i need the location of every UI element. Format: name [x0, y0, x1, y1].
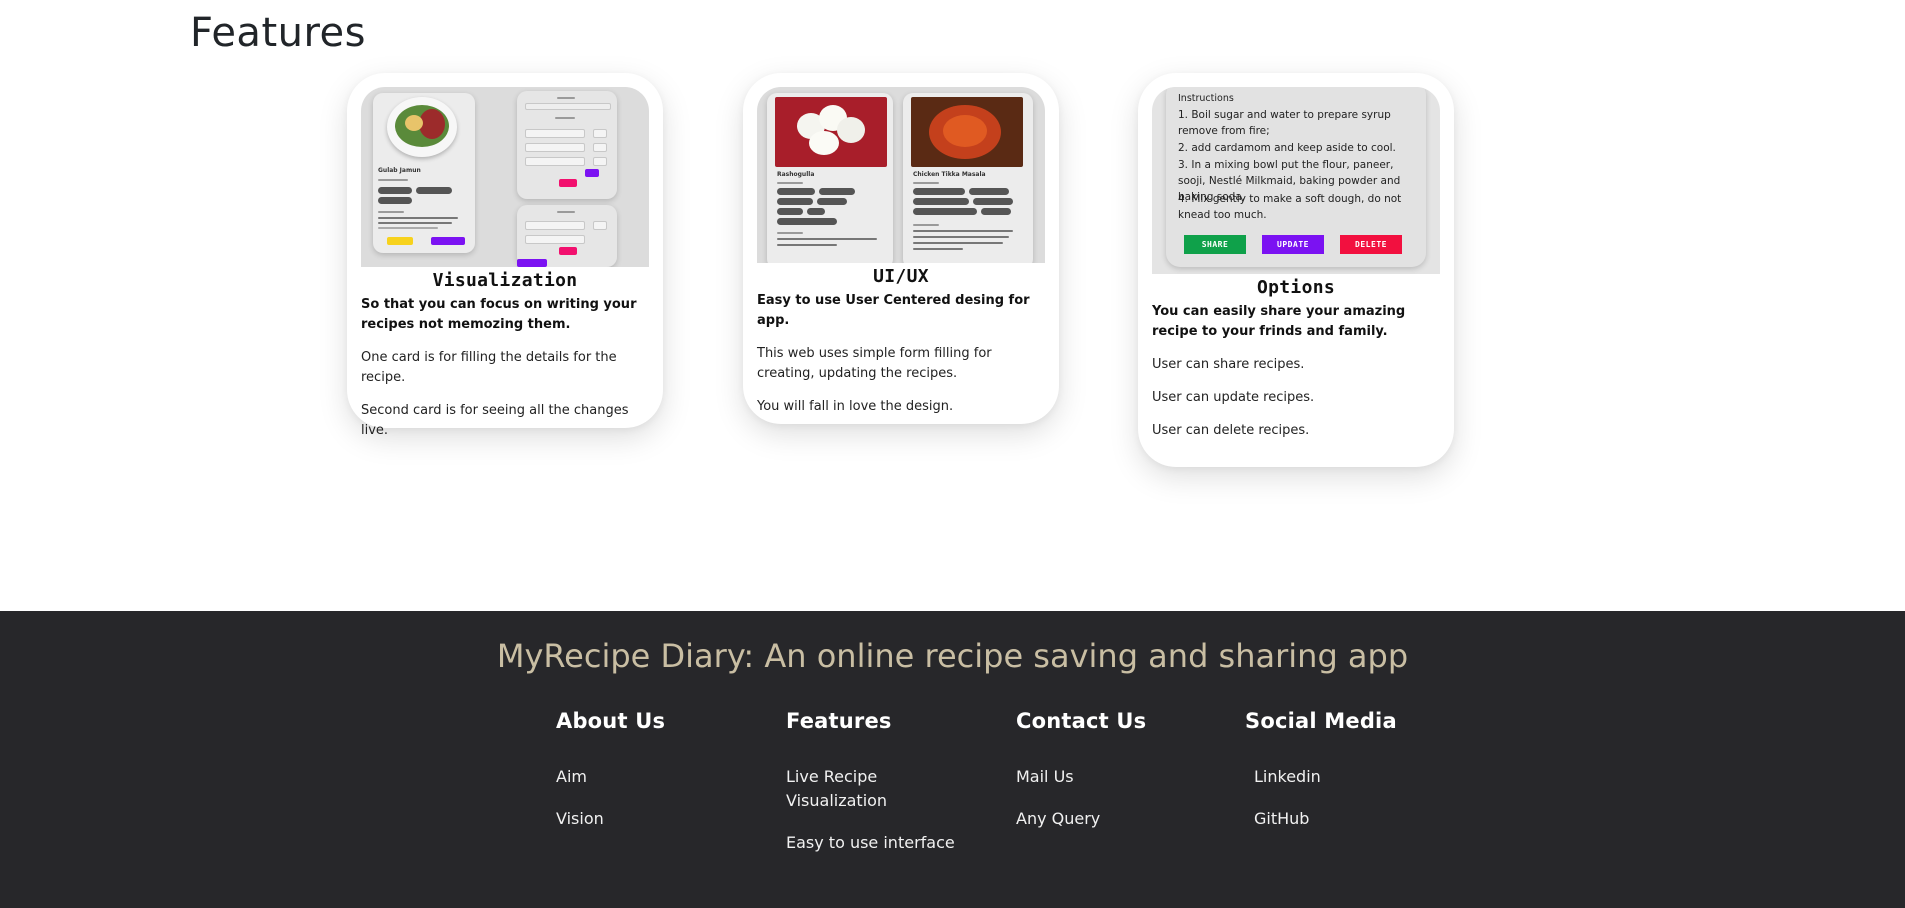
features-heading: Features: [190, 10, 366, 56]
footer-column-heading: Social Media: [1245, 709, 1397, 733]
card-text: This web uses simple form filling for cr…: [757, 346, 992, 381]
footer-link-mail-us[interactable]: Mail Us: [1016, 765, 1186, 789]
footer-link-easy-to-use-interface[interactable]: Easy to use interface: [786, 831, 986, 855]
footer-title: MyRecipe Diary: An online recipe saving …: [496, 637, 1409, 675]
card-text: One card is for filling the details for …: [361, 350, 617, 385]
visualization-preview-image: Gulab Jamun: [361, 87, 649, 267]
site-footer: MyRecipe Diary: An online recipe saving …: [0, 611, 1905, 908]
delete-button: DELETE: [1340, 235, 1402, 254]
feature-card-options: Instructions 1. Boil sugar and water to …: [1138, 73, 1454, 467]
options-preview-step: 4. Mix gently to make a soft dough, do n…: [1178, 193, 1402, 221]
options-preview-step: 1. Boil sugar and water to prepare syrup…: [1178, 109, 1391, 137]
card-title: UI/UX: [873, 266, 929, 287]
card-lead: You can easily share your amazing recipe…: [1152, 304, 1406, 339]
footer-link-github[interactable]: GitHub: [1245, 807, 1415, 831]
footer-column-heading: Contact Us: [1016, 709, 1147, 733]
update-button: UPDATE: [1262, 235, 1324, 254]
share-button: SHARE: [1184, 235, 1246, 254]
footer-link-live-recipe-visualization[interactable]: Live Recipe Visualization: [786, 765, 956, 813]
footer-column-social-media: Social Media Linkedin GitHub: [1245, 709, 1445, 849]
footer-link-vision[interactable]: Vision: [556, 807, 726, 831]
options-preview-heading: Instructions: [1178, 93, 1234, 104]
options-preview-step: 2. add cardamom and keep aside to cool.: [1178, 142, 1396, 154]
footer-column-features: Features Live Recipe Visualization Easy …: [786, 709, 986, 873]
footer-column-about-us: About Us Aim Vision: [556, 709, 756, 849]
feature-card-visualization: Gulab Jamun Visualization So that you ca…: [347, 73, 663, 438]
footer-link-any-query[interactable]: Any Query: [1016, 807, 1186, 831]
card-lead: So that you can focus on writing your re…: [361, 297, 637, 332]
uiux-preview-left-title: Rashogulla: [777, 171, 815, 178]
card-text: User can update recipes.: [1152, 390, 1315, 405]
card-lead: Easy to use User Centered desing for app…: [757, 293, 1030, 328]
card-text: You will fall in love the design.: [757, 399, 954, 414]
card-text: User can delete recipes.: [1152, 423, 1310, 438]
card-title: Visualization: [432, 270, 578, 291]
card-text: User can share recipes.: [1152, 357, 1305, 372]
uiux-preview-image: Rashogulla Chicken Tikka Masala: [757, 87, 1045, 263]
card-text: Second card is for seeing all the change…: [361, 403, 629, 438]
footer-link-aim[interactable]: Aim: [556, 765, 726, 789]
options-preview-image: Instructions 1. Boil sugar and water to …: [1152, 87, 1440, 274]
footer-column-heading: Features: [786, 709, 892, 733]
uiux-preview-right-title: Chicken Tikka Masala: [913, 171, 986, 178]
footer-column-heading: About Us: [556, 709, 666, 733]
card-title: Options: [1257, 277, 1335, 298]
visualization-preview-recipe-title: Gulab Jamun: [378, 167, 421, 174]
feature-card-uiux: Rashogulla Chicken Tikka Masala UI/UX Ea…: [743, 73, 1059, 424]
footer-column-contact-us: Contact Us Mail Us Any Query: [1016, 709, 1216, 849]
footer-link-linkedin[interactable]: Linkedin: [1245, 765, 1415, 789]
